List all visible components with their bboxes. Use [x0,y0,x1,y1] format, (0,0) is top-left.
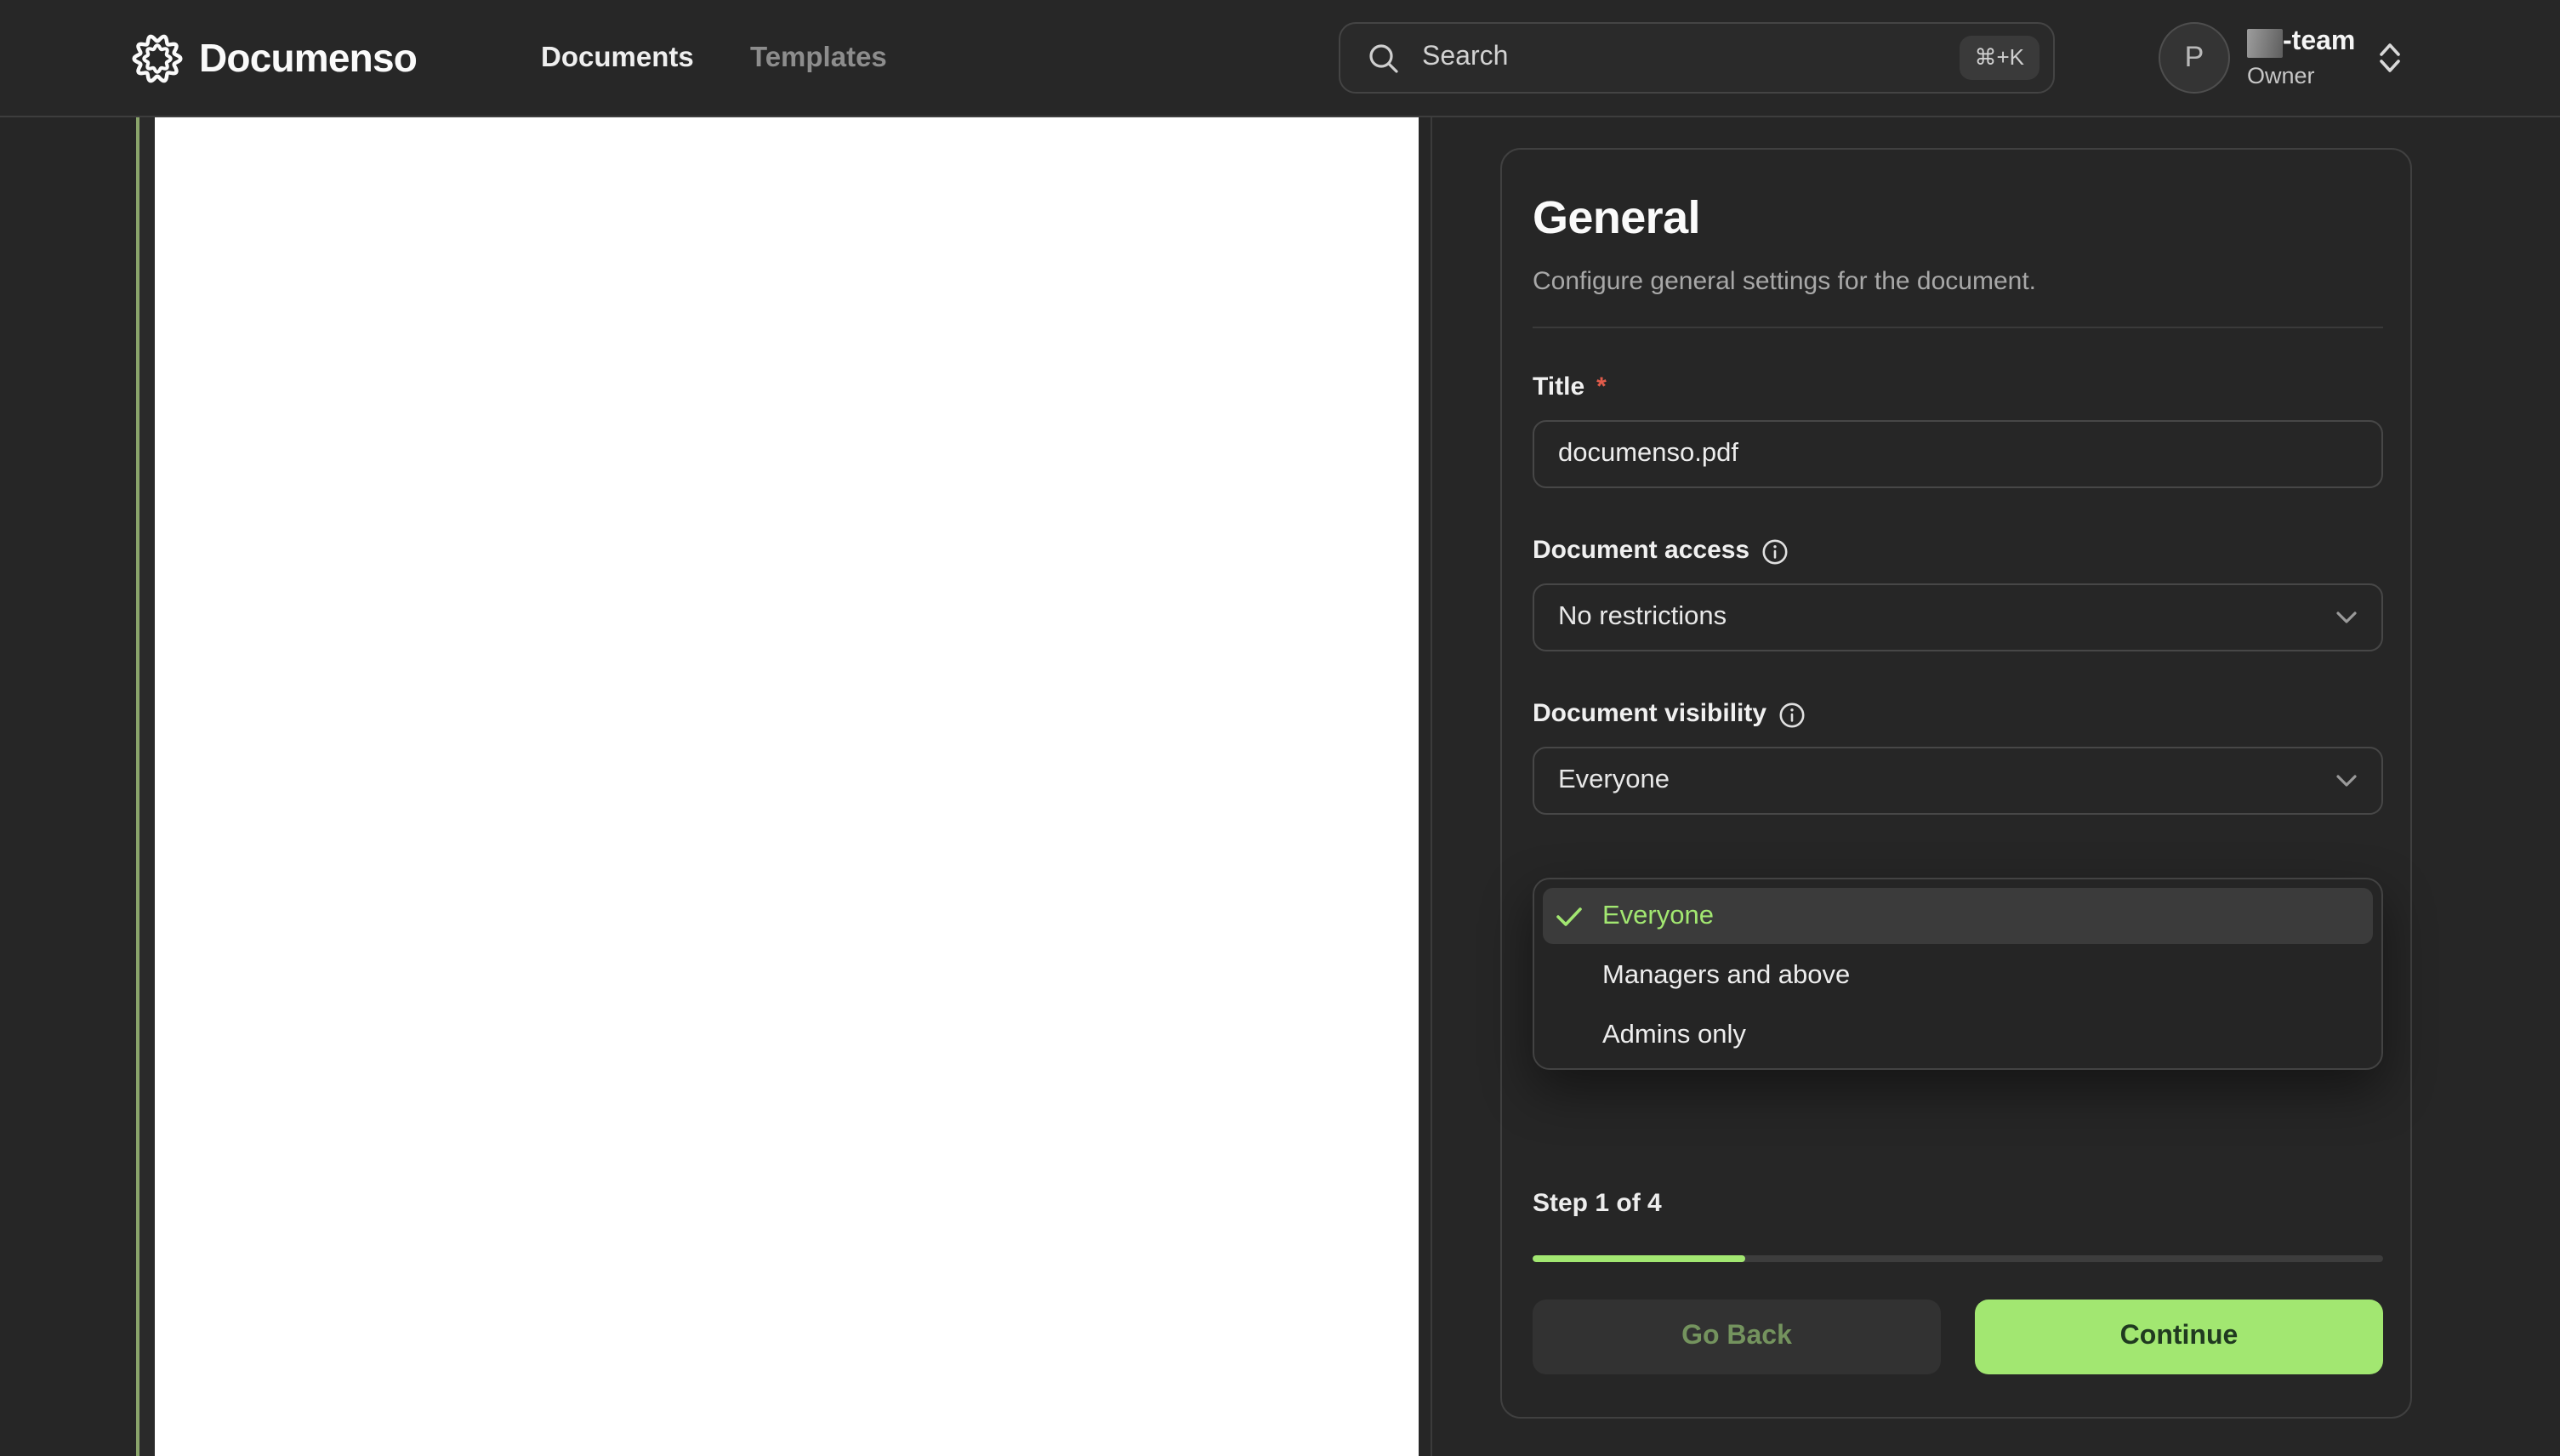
team-name-suffix: -team [2283,27,2356,56]
continue-button[interactable]: Continue [1975,1300,2383,1374]
step-progress-track [1533,1255,2383,1262]
panel-title: General [1533,192,1701,243]
document-visibility-select[interactable]: Everyone [1533,747,2383,815]
chevron-down-icon [2336,775,2357,787]
chevron-down-icon [2336,611,2357,623]
title-field-label: Title * [1533,373,1607,401]
dropdown-option-managers[interactable]: Managers and above [1543,947,2373,1004]
team-name: -team [2247,27,2355,58]
panel-divider [1533,327,2383,328]
account-role: Owner [2247,63,2315,88]
avatar-initial: P [2184,41,2204,73]
visibility-field-label: Document visibility [1533,700,2383,728]
info-icon[interactable] [1778,702,1804,727]
search-box[interactable]: ⌘+K [1339,22,2055,94]
team-name-redacted [2247,28,2283,57]
brand[interactable]: Documenso [131,0,418,116]
brand-logo-inner [142,43,173,73]
brand-name: Documenso [199,35,418,79]
document-access-select[interactable]: No restrictions [1533,583,2383,651]
brand-logo-outer [132,33,183,82]
visibility-dropdown: Everyone Managers and above Admins only [1533,878,2383,1070]
nav-link-documents[interactable]: Documents [541,0,694,116]
content-divider [1431,117,1432,1456]
go-back-button[interactable]: Go Back [1533,1300,1941,1374]
chevrons-up-down-icon [2377,41,2401,75]
step-indicator: Step 1 of 4 [1533,1189,1662,1218]
panel-subtitle: Configure general settings for the docum… [1533,267,2037,296]
search-icon [1369,43,1398,72]
top-nav: Documenso Documents Templates ⌘+K P -tea… [0,0,2560,117]
action-buttons: Go Back Continue [1533,1300,2383,1374]
app-window: Documenso Documents Templates ⌘+K P -tea… [0,0,2560,1456]
dropdown-option-admins[interactable]: Admins only [1543,1007,2373,1063]
account-info: -team Owner [2247,27,2355,88]
avatar: P [2159,22,2230,94]
title-input[interactable] [1533,420,2383,488]
nav-link-templates[interactable]: Templates [750,0,887,116]
search-shortcut-badge: ⌘+K [1959,36,2039,80]
page-edge-gutter [139,117,155,1456]
card-footer: Step 1 of 4 Go Back Continue [1533,1189,2383,1374]
documenso-logo-icon [132,33,183,82]
check-icon [1556,906,1582,926]
info-icon[interactable] [1761,538,1787,564]
document-page-preview [155,117,1419,1456]
progress-fill [1533,1255,1745,1262]
required-marker: * [1596,373,1607,401]
dropdown-option-everyone[interactable]: Everyone [1543,888,2373,944]
search-input[interactable] [1419,41,1941,75]
settings-card: General Configure general settings for t… [1500,148,2412,1419]
access-field-label: Document access [1533,537,2383,565]
account-menu-trigger[interactable]: P -team Owner [2159,0,2401,116]
